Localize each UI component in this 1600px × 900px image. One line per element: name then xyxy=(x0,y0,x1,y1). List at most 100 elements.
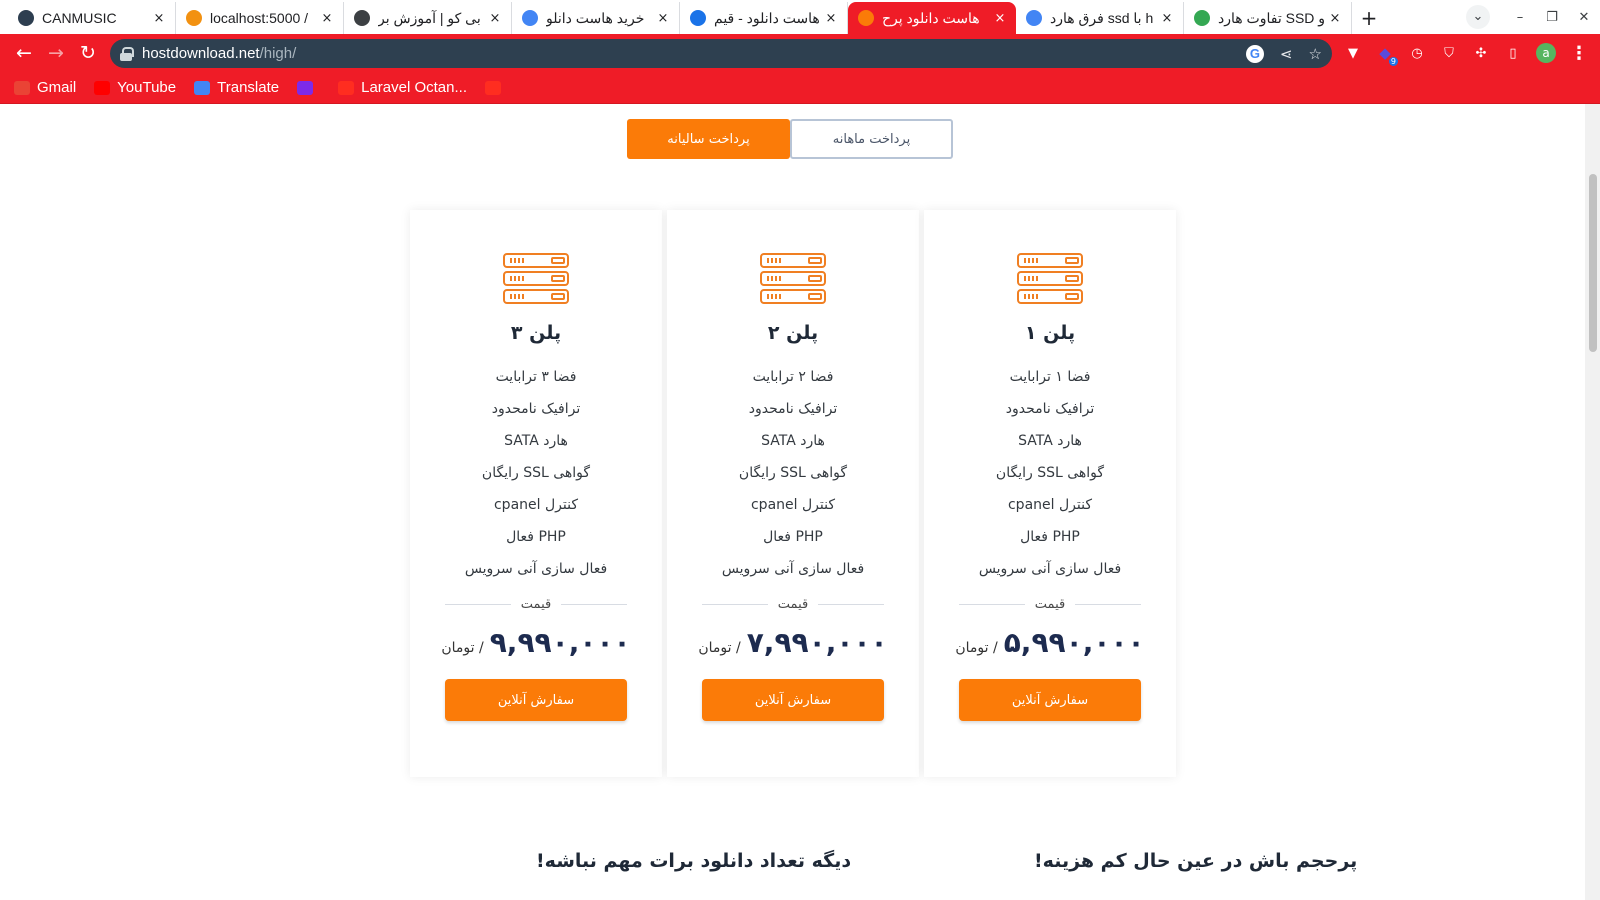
browser-tab[interactable]: localhost:5000 / × xyxy=(176,2,344,34)
feature-item: کنترل cpanel xyxy=(493,497,578,513)
plan-title: پلن ۳ xyxy=(510,322,562,344)
puzzle-extensions-icon[interactable]: ✣ xyxy=(1472,44,1490,62)
bookmark-star-icon[interactable]: ☆ xyxy=(1309,45,1322,63)
lock-icon[interactable] xyxy=(120,46,134,61)
address-bar[interactable]: hostdownload.net/high/ G ⋖ ☆ xyxy=(110,39,1332,68)
scrollbar-thumb[interactable] xyxy=(1589,174,1597,352)
server-icon xyxy=(1017,253,1083,304)
feature-item: PHP فعال xyxy=(763,529,823,545)
url-text[interactable]: hostdownload.net/high/ xyxy=(142,45,296,62)
feature-item: کنترل cpanel xyxy=(750,497,835,513)
plan-features: فضا ۱ ترابایت ترافیک نامحدود هارد SATA گ… xyxy=(979,361,1121,585)
shield-extension-icon[interactable]: ⛉ xyxy=(1440,44,1458,62)
browser-tab[interactable]: تفاوت هارد SSD و × xyxy=(1184,2,1352,34)
bookmark-item[interactable] xyxy=(297,80,320,95)
feature-item: هارد SATA xyxy=(1018,433,1082,449)
plan-title: پلن ۱ xyxy=(1024,322,1076,344)
bookmark-item[interactable] xyxy=(485,80,508,95)
tab-title: خرید هاست دانلو xyxy=(546,9,645,26)
order-online-button[interactable]: سفارش آنلاین xyxy=(959,679,1141,721)
youtube-icon xyxy=(94,80,111,95)
share-icon[interactable]: ⋖ xyxy=(1280,45,1293,63)
plan-card: پلن ۳ فضا ۳ ترابایت ترافیک نامحدود هارد … xyxy=(410,210,662,777)
tab-close-icon[interactable]: × xyxy=(487,11,503,26)
bookmark-item[interactable]: Gmail xyxy=(14,79,76,96)
order-online-button[interactable]: سفارش آنلاین xyxy=(702,679,884,721)
bookmark-item[interactable]: Translate xyxy=(194,79,279,96)
plan-price: ۷,۹۹۰,۰۰۰ / تومان xyxy=(698,626,887,659)
plan-title: پلن ۲ xyxy=(767,322,819,344)
tab-search-icon[interactable]: ⌄ xyxy=(1466,5,1490,29)
browser-toolbar: ← → ↻ hostdownload.net/high/ G ⋖ ☆ ▼ ◆ 9… xyxy=(0,34,1600,72)
tab-favicon-icon xyxy=(522,10,538,26)
tab-close-icon[interactable]: × xyxy=(992,11,1008,26)
bookmark-item[interactable]: Laravel Octan... xyxy=(338,79,467,96)
reload-icon[interactable]: ↻ xyxy=(72,42,104,64)
omnibox-actions: G ⋖ ☆ xyxy=(1245,39,1322,68)
feature-item: هارد SATA xyxy=(761,433,825,449)
menu-dots-icon[interactable]: ⋮ xyxy=(1570,43,1588,64)
bookmark-label: Laravel Octan... xyxy=(361,79,467,96)
tab-close-icon[interactable]: × xyxy=(151,11,167,26)
feature-item: ترافیک نامحدود xyxy=(1005,401,1095,417)
tab-title: هاست دانلود پرح xyxy=(882,9,980,26)
tab-favicon-icon xyxy=(186,10,202,26)
bookmarks-bar: Gmail YouTube Translate Laravel Octan... xyxy=(0,72,1600,104)
google-lens-icon[interactable]: G xyxy=(1245,44,1264,63)
forward-icon[interactable]: → xyxy=(40,42,72,64)
tab-close-icon[interactable]: × xyxy=(319,11,335,26)
plan-price: ۵,۹۹۰,۰۰۰ / تومان xyxy=(955,626,1144,659)
tab-favicon-icon xyxy=(1026,10,1042,26)
browser-tab[interactable]: خرید هاست دانلو × xyxy=(512,2,680,34)
browser-tab[interactable]: هاست دانلود - قیم × xyxy=(680,2,848,34)
tab-favicon-icon xyxy=(18,10,34,26)
restore-icon[interactable]: ❐ xyxy=(1536,10,1568,25)
feature-item: فضا ۱ ترابایت xyxy=(1009,369,1091,385)
order-online-button[interactable]: سفارش آنلاین xyxy=(445,679,627,721)
close-window-icon[interactable]: ✕ xyxy=(1568,10,1600,25)
feature-item: هارد SATA xyxy=(504,433,568,449)
back-icon[interactable]: ← xyxy=(8,42,40,64)
tab-title: بی کو | آموزش بر xyxy=(378,9,481,26)
tab-close-icon[interactable]: × xyxy=(655,11,671,26)
feature-heading-right: پرحجم باش در عین حال کم هزینه! xyxy=(1034,850,1358,872)
price-currency: / تومان xyxy=(955,640,998,656)
browser-tab[interactable]: CANMUSIC × xyxy=(8,2,176,34)
feature-item: PHP فعال xyxy=(506,529,566,545)
browser-tab[interactable]: فرق هارد ssd با h × xyxy=(1016,2,1184,34)
extension-badge-icon[interactable]: ◆ 9 xyxy=(1376,44,1398,66)
minimize-icon[interactable]: – xyxy=(1504,10,1536,25)
url-host: hostdownload.net xyxy=(142,45,260,62)
tab-favicon-icon xyxy=(354,10,370,26)
bookmark-item[interactable]: YouTube xyxy=(94,79,176,96)
gmail-icon xyxy=(14,80,30,95)
browser-tab[interactable]: بی کو | آموزش بر × xyxy=(344,2,512,34)
clock-extension-icon[interactable]: ◷ xyxy=(1408,44,1426,62)
vuejs-devtools-icon[interactable]: ▼ xyxy=(1344,44,1362,62)
plan-features: فضا ۲ ترابایت ترافیک نامحدود هارد SATA گ… xyxy=(722,361,864,585)
url-path: /high/ xyxy=(259,45,297,62)
laravel-icon xyxy=(338,80,355,95)
window-controls: ⌄ – ❐ ✕ xyxy=(1466,0,1600,34)
feature-item: ترافیک نامحدود xyxy=(748,401,838,417)
yearly-payment-button[interactable]: پرداخت سالیانه xyxy=(627,119,790,159)
tab-close-icon[interactable]: × xyxy=(1159,11,1175,26)
feature-item: فضا ۲ ترابایت xyxy=(752,369,834,385)
tab-list: CANMUSIC × localhost:5000 /× بی کو | آموزش … xyxy=(0,2,1352,34)
browser-tab[interactable]: هاست دانلود پرح × xyxy=(848,2,1016,34)
page-content: پرداخت سالیانه پرداخت ماهانه پلن ۳ فضا ۳… xyxy=(0,104,1585,900)
tab-favicon-icon xyxy=(1194,10,1210,26)
tab-close-icon[interactable]: × xyxy=(823,11,839,26)
side-panel-icon[interactable]: ▯ xyxy=(1504,44,1522,62)
canva-icon xyxy=(297,80,314,95)
monthly-payment-button[interactable]: پرداخت ماهانه xyxy=(790,119,953,159)
tab-title: تفاوت هارد SSD و xyxy=(1218,9,1326,26)
price-divider: قیمت xyxy=(702,597,885,612)
profile-avatar[interactable]: a xyxy=(1536,43,1556,63)
tab-strip: CANMUSIC × localhost:5000 /× بی کو | آموزش … xyxy=(0,0,1600,34)
page-scrollbar[interactable] xyxy=(1585,104,1600,900)
feature-item: PHP فعال xyxy=(1020,529,1080,545)
tab-close-icon[interactable]: × xyxy=(1327,11,1343,26)
new-tab-button[interactable]: + xyxy=(1352,2,1386,34)
bookmark-label: YouTube xyxy=(117,79,177,96)
